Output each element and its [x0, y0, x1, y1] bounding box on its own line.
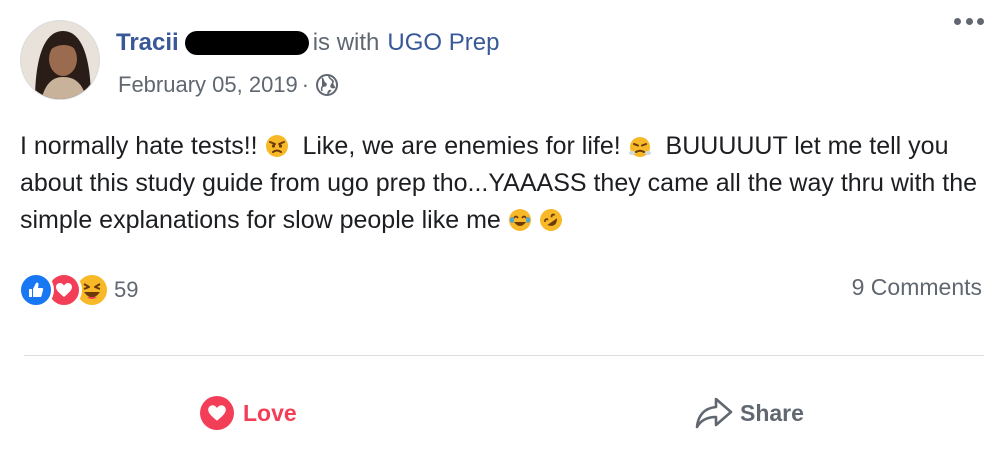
author-line: Tracii is with UGO Prep: [116, 26, 499, 60]
tears-of-joy-emoji: [508, 209, 531, 231]
with-text: is with: [312, 29, 380, 56]
share-button[interactable]: Share: [694, 388, 804, 438]
share-arrow-icon: [695, 397, 733, 429]
post-meta: February 05, 2019 ·: [118, 70, 339, 100]
divider: [24, 355, 984, 356]
post-text-part-1: I normally hate tests!!: [20, 132, 258, 160]
author-avatar[interactable]: [20, 20, 100, 100]
post-body: I normally hate tests!! Like, we are ene…: [20, 128, 988, 239]
love-reaction-icon: [200, 396, 234, 430]
author-name[interactable]: Tracii: [116, 29, 179, 57]
angry-face-emoji: [265, 135, 288, 157]
meta-separator: ·: [301, 72, 310, 97]
globe-icon[interactable]: [315, 73, 339, 97]
avatar-photo: [21, 21, 99, 99]
love-button-label: Love: [243, 399, 297, 426]
love-button[interactable]: Love: [200, 388, 297, 438]
more-options-button[interactable]: [954, 14, 984, 28]
comments-count-link[interactable]: 9 Comments: [852, 274, 982, 301]
share-button-label: Share: [740, 399, 804, 426]
tagged-page-link[interactable]: UGO Prep: [387, 29, 499, 57]
like-icon: [18, 272, 54, 308]
dot-icon: [965, 17, 973, 25]
facebook-post: Tracii is with UGO Prep February 05, 201…: [0, 0, 1008, 456]
redacted-last-name: [184, 31, 309, 55]
reaction-count: 59: [114, 277, 139, 302]
face-with-steam-emoji: [628, 137, 651, 157]
post-date[interactable]: February 05, 2019: [118, 72, 298, 98]
reactions-summary[interactable]: 59: [18, 270, 138, 310]
rolling-on-floor-laughing-emoji: [539, 209, 562, 231]
post-text-part-2: Like, we are enemies for life!: [302, 132, 621, 160]
dot-icon: [954, 17, 961, 25]
dot-icon: [977, 17, 984, 25]
